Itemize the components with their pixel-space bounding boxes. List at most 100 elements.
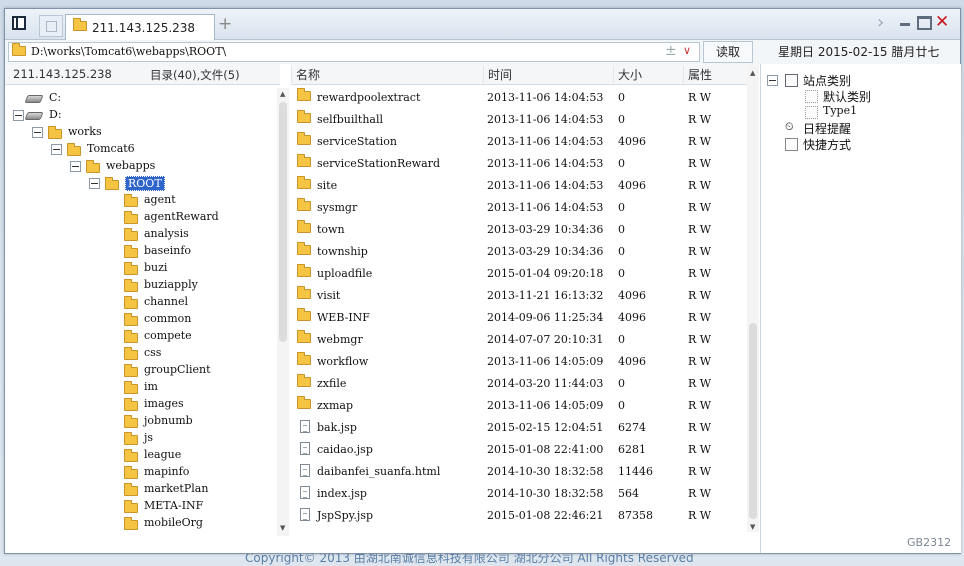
- tree-node[interactable]: buziapply: [5, 278, 275, 294]
- tree-node-label: buziapply: [144, 278, 198, 291]
- tree-node[interactable]: baseinfo: [5, 244, 275, 260]
- tree-node[interactable]: works: [5, 125, 275, 141]
- tree-node[interactable]: buzi: [5, 261, 275, 277]
- tree-node[interactable]: common: [5, 312, 275, 328]
- file-row[interactable]: township 2013-03-29 10:34:36 0 R W: [291, 240, 746, 262]
- tree-node[interactable]: ROOT: [5, 176, 275, 192]
- file-row[interactable]: serviceStationReward 2013-11-06 14:04:53 0…: [291, 152, 746, 174]
- file-name: sysmgr: [317, 201, 358, 214]
- file-time: 2015-01-04 09:20:18: [487, 267, 604, 280]
- file-row[interactable]: zxmap 2013-11-06 14:05:09 0 R W: [291, 394, 746, 416]
- file-row[interactable]: visit 2013-11-21 16:13:32 4096 R W: [291, 284, 746, 306]
- collapse-icon[interactable]: [32, 127, 43, 138]
- file-row[interactable]: bak.jsp 2015-02-15 12:04:51 6274 R W: [291, 416, 746, 438]
- file-icon: [300, 486, 310, 499]
- folder-icon: [124, 279, 138, 292]
- sidebar-toggle-icon[interactable]: [12, 16, 26, 30]
- tab-server[interactable]: 211.143.125.238: [65, 14, 215, 40]
- plus-minus-icon[interactable]: ±: [665, 43, 677, 59]
- file-row[interactable]: serviceStation 2013-11-06 14:04:53 4096 R W: [291, 130, 746, 152]
- tree-node[interactable]: analysis: [5, 227, 275, 243]
- file-row[interactable]: sysmgr 2013-11-06 14:04:53 0 R W: [291, 196, 746, 218]
- file-row[interactable]: daibanfei_suanfa.html 2014-10-30 18:32:58…: [291, 460, 746, 482]
- column-time-header[interactable]: 时间: [483, 66, 610, 83]
- path-text: D:\works\Tomcat6\webapps\ROOT\: [31, 45, 227, 58]
- column-size-header[interactable]: 大小: [613, 66, 680, 83]
- file-time: 2013-11-21 16:13:32: [487, 289, 604, 302]
- tree-scrollbar[interactable]: ▲ ▼: [277, 88, 289, 536]
- dropdown-arrow-icon[interactable]: ∨: [683, 44, 691, 57]
- tree-node[interactable]: mobileOrg: [5, 516, 275, 531]
- file-attr: R W: [688, 91, 712, 104]
- file-name: webmgr: [317, 333, 363, 346]
- tree-node[interactable]: jobnumb: [5, 414, 275, 430]
- tree-node-label: js: [144, 431, 154, 444]
- tree-node[interactable]: webapps: [5, 159, 275, 175]
- file-row[interactable]: JspSpy.jsp 2015-01-08 22:46:21 87358 R W: [291, 504, 746, 526]
- tree-node[interactable]: D:: [5, 108, 275, 124]
- tree-node[interactable]: META-INF: [5, 499, 275, 515]
- collapse-icon[interactable]: [13, 110, 24, 121]
- tree-node[interactable]: css: [5, 346, 275, 362]
- new-tab-button[interactable]: +: [218, 14, 232, 34]
- tree-node-label: mapinfo: [144, 465, 190, 478]
- file-row[interactable]: zxfile 2014-03-20 11:44:03 0 R W: [291, 372, 746, 394]
- file-size: 0: [618, 157, 625, 170]
- read-button[interactable]: 读取: [703, 41, 753, 63]
- tree-node[interactable]: images: [5, 397, 275, 413]
- tree-scroll-thumb[interactable]: [279, 102, 287, 342]
- tree-node[interactable]: marketPlan: [5, 482, 275, 498]
- file-attr: R W: [688, 135, 712, 148]
- title-bar: 211.143.125.238 + › ✕: [5, 9, 960, 40]
- file-size: 0: [618, 201, 625, 214]
- file-row[interactable]: WEB-INF 2014-09-06 11:25:34 4096 R W: [291, 306, 746, 328]
- tree-node[interactable]: mapinfo: [5, 465, 275, 481]
- file-row[interactable]: town 2013-03-29 10:34:36 0 R W: [291, 218, 746, 240]
- tree-node[interactable]: compete: [5, 329, 275, 345]
- scroll-down-icon[interactable]: ▼: [750, 523, 755, 531]
- scroll-up-icon[interactable]: ▲: [750, 69, 755, 77]
- column-attr-header[interactable]: 属性: [683, 66, 752, 83]
- tree-node-label: channel: [144, 295, 188, 308]
- path-input[interactable]: D:\works\Tomcat6\webapps\ROOT\ ± ∨: [8, 42, 700, 62]
- folder-icon: [297, 330, 311, 343]
- tree-node[interactable]: agent: [5, 193, 275, 209]
- file-time: 2013-11-06 14:04:53: [487, 135, 604, 148]
- file-row[interactable]: site 2013-11-06 14:04:53 4096 R W: [291, 174, 746, 196]
- file-row[interactable]: selfbuilthall 2013-11-06 14:04:53 0 R W: [291, 108, 746, 130]
- file-row[interactable]: caidao.jsp 2015-01-08 22:41:00 6281 R W: [291, 438, 746, 460]
- scroll-down-icon[interactable]: ▼: [280, 524, 285, 532]
- file-size: 0: [618, 377, 625, 390]
- list-scroll-thumb[interactable]: [749, 323, 757, 519]
- column-name-header[interactable]: 名称: [291, 66, 482, 83]
- collapse-icon[interactable]: [89, 178, 100, 189]
- folder-icon: [73, 18, 87, 31]
- file-row[interactable]: workflow 2013-11-06 14:05:09 4096 R W: [291, 350, 746, 372]
- chevron-right-icon[interactable]: ›: [877, 12, 884, 33]
- tree-node[interactable]: channel: [5, 295, 275, 311]
- tree-node[interactable]: im: [5, 380, 275, 396]
- maximize-button[interactable]: [917, 16, 932, 30]
- file-name: site: [317, 179, 338, 192]
- tree-node[interactable]: C:: [5, 91, 275, 107]
- file-row[interactable]: index.jsp 2014-10-30 18:32:58 564 R W: [291, 482, 746, 504]
- close-button[interactable]: ✕: [935, 12, 949, 32]
- collapse-icon[interactable]: [767, 75, 778, 86]
- file-attr: R W: [688, 355, 712, 368]
- blank-tab[interactable]: [39, 15, 63, 37]
- collapse-icon[interactable]: [51, 144, 62, 155]
- file-attr: R W: [688, 465, 712, 478]
- category-icon: [785, 74, 798, 87]
- tree-node[interactable]: js: [5, 431, 275, 447]
- collapse-icon[interactable]: [70, 161, 81, 172]
- file-row[interactable]: rewardpoolextract 2013-11-06 14:04:53 0 R W: [291, 86, 746, 108]
- tree-node[interactable]: groupClient: [5, 363, 275, 379]
- tree-node[interactable]: Tomcat6: [5, 142, 275, 158]
- tree-node[interactable]: league: [5, 448, 275, 464]
- file-row[interactable]: webmgr 2014-07-07 20:10:31 0 R W: [291, 328, 746, 350]
- list-scrollbar[interactable]: ▲ ▼: [747, 65, 759, 532]
- file-row[interactable]: uploadfile 2015-01-04 09:20:18 0 R W: [291, 262, 746, 284]
- scroll-up-icon[interactable]: ▲: [280, 90, 285, 98]
- tree-node[interactable]: agentReward: [5, 210, 275, 226]
- minimize-button[interactable]: [900, 23, 910, 26]
